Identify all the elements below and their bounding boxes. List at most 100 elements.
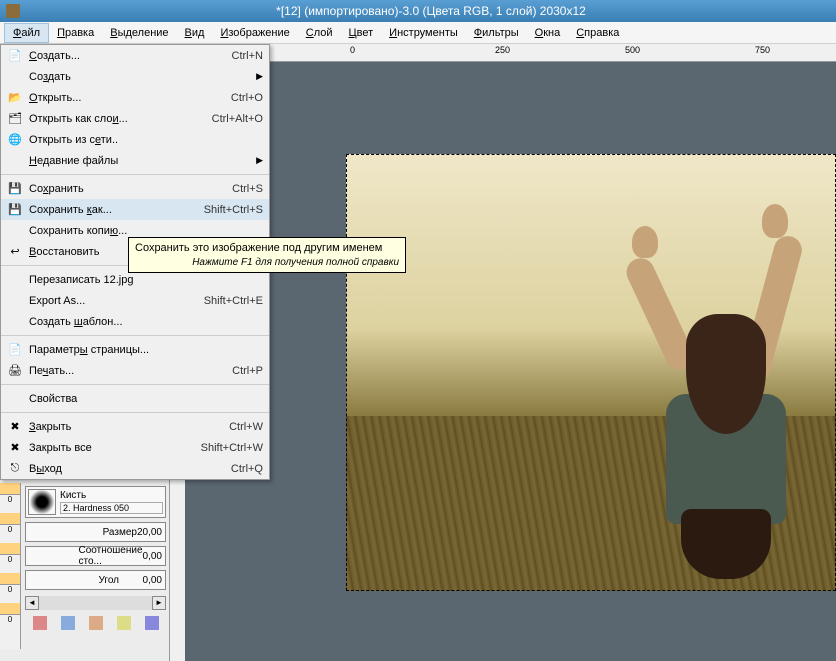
ruler-tick: 750: [755, 45, 770, 55]
options-scrollbar[interactable]: ◄ ►: [25, 596, 166, 610]
shortcut: Ctrl+P: [232, 365, 263, 377]
menu-item-label: Export As...: [29, 295, 204, 307]
print-icon: 🖨: [7, 363, 23, 379]
menu-файл[interactable]: Файл: [4, 23, 49, 43]
scroll-track[interactable]: [39, 596, 152, 610]
menu-слой[interactable]: Слой: [298, 24, 341, 42]
menu-выделение[interactable]: Выделение: [102, 24, 176, 42]
menu-item-label: Параметры страницы...: [29, 344, 263, 356]
menu-инструменты[interactable]: Инструменты: [381, 24, 466, 42]
tab-icon-5[interactable]: [145, 616, 159, 630]
scroll-right-icon[interactable]: ►: [152, 596, 166, 610]
app-icon: [6, 4, 20, 18]
close-icon: ✖: [7, 440, 23, 456]
menu-item-закрыть-все[interactable]: ✖Закрыть всеShift+Ctrl+W: [1, 437, 269, 458]
menu-фильтры[interactable]: Фильтры: [466, 24, 527, 42]
close-icon: ✖: [7, 419, 23, 435]
menu-справка[interactable]: Справка: [568, 24, 627, 42]
menu-item-создать-[interactable]: 📄Создать...Ctrl+N: [1, 45, 269, 66]
brush-name: 2. Hardness 050: [60, 502, 163, 514]
menu-окна[interactable]: Окна: [527, 24, 569, 42]
titlebar: *[12] (импортировано)-3.0 (Цвета RGB, 1 …: [0, 0, 836, 22]
menu-item-label: Перезаписать 12.jpg: [29, 274, 263, 286]
angle-slider[interactable]: Угол 0,00: [25, 570, 166, 590]
menu-item-закрыть[interactable]: ✖ЗакрытьCtrl+W: [1, 416, 269, 437]
tab-icon-1[interactable]: [33, 616, 47, 630]
menu-item-label: Создать: [29, 71, 256, 83]
menu-item-печать-[interactable]: 🖨 Печать...Ctrl+P: [1, 360, 269, 381]
brush-label: Кисть: [60, 490, 163, 501]
menu-вид[interactable]: Вид: [177, 24, 213, 42]
ruler-tick: 500: [625, 45, 640, 55]
ruler-cell: 0: [0, 543, 20, 564]
menu-item-label: Открыть...: [29, 92, 231, 104]
doc-icon: 📄: [7, 48, 23, 64]
scroll-left-icon[interactable]: ◄: [25, 596, 39, 610]
angle-label: Угол: [96, 575, 143, 586]
shortcut: Ctrl+Alt+O: [212, 113, 263, 125]
size-slider[interactable]: Размер 20,00: [25, 522, 166, 542]
menu-item-label: Создать шаблон...: [29, 316, 263, 328]
blank-icon: [7, 69, 23, 85]
menu-item-параметры-страницы-[interactable]: 📄 Параметры страницы...: [1, 339, 269, 360]
left-ruler-stack: 00000: [0, 483, 21, 649]
tooltip-hint: Нажмите F1 для получения полной справки: [135, 257, 399, 268]
menu-item-открыть-[interactable]: 📂Открыть...Ctrl+O: [1, 87, 269, 108]
page-icon: 📄: [7, 342, 23, 358]
size-label: Размер: [100, 527, 137, 538]
shortcut: Ctrl+N: [232, 50, 263, 62]
blank-icon: [7, 272, 23, 288]
menu-изображение[interactable]: Изображение: [212, 24, 297, 42]
tab-icon-3[interactable]: [89, 616, 103, 630]
blank-icon: [7, 314, 23, 330]
menu-item-label: Печать...: [29, 365, 232, 377]
angle-value: 0,00: [143, 575, 165, 586]
shortcut: Ctrl+S: [232, 183, 263, 195]
menubar: ФайлПравкаВыделениеВидИзображениеСлойЦве…: [0, 22, 836, 44]
submenu-arrow-icon: ▶: [256, 155, 263, 166]
canvas[interactable]: [346, 154, 836, 591]
revert-icon: ↩: [7, 244, 23, 260]
blank-icon: [7, 153, 23, 169]
menu-item-label: Выход: [29, 463, 231, 475]
dock-tabs: [25, 616, 166, 630]
blank-icon: [7, 223, 23, 239]
layers-icon: 🗂: [7, 111, 23, 127]
menu-item-label: Открыть как слои...: [29, 113, 212, 125]
tab-icon-4[interactable]: [117, 616, 131, 630]
menu-item-выход[interactable]: ⎋ВыходCtrl+Q: [1, 458, 269, 479]
aspect-value: 0,00: [143, 551, 165, 562]
menu-item-label: Сохранить как...: [29, 204, 204, 216]
globe-icon: 🌐: [7, 132, 23, 148]
menu-item-открыть-как-слои-[interactable]: 🗂 Открыть как слои...Ctrl+Alt+O: [1, 108, 269, 129]
ruler-cell: 0: [0, 573, 20, 594]
brush-selector[interactable]: Кисть 2. Hardness 050: [25, 486, 166, 518]
aspect-slider[interactable]: Соотношение сто... 0,00: [25, 546, 166, 566]
canvas-area[interactable]: [185, 62, 836, 661]
ruler-horizontal: -250025050075010001250: [185, 44, 836, 62]
menu-item-свойства[interactable]: Свойства: [1, 388, 269, 409]
size-value: 20,00: [137, 527, 165, 538]
menu-item-сохранить-как-[interactable]: 💾Сохранить как...Shift+Ctrl+S: [1, 199, 269, 220]
menu-item-label: Недавние файлы: [29, 155, 256, 167]
menu-цвет[interactable]: Цвет: [341, 24, 382, 42]
menu-item-создать[interactable]: Создать▶: [1, 66, 269, 87]
image-content: [346, 154, 836, 591]
menu-item-создать-шаблон-[interactable]: Создать шаблон...: [1, 311, 269, 332]
menu-правка[interactable]: Правка: [49, 24, 102, 42]
menu-item-сохранить[interactable]: 💾СохранитьCtrl+S: [1, 178, 269, 199]
ruler-tick: 0: [350, 45, 355, 55]
tooltip: Сохранить это изображение под другим име…: [128, 237, 406, 273]
ruler-cell: 0: [0, 603, 20, 624]
shortcut: Ctrl+O: [231, 92, 263, 104]
ruler-cell: 0: [0, 483, 20, 504]
shortcut: Shift+Ctrl+S: [204, 204, 263, 216]
tool-options-panel: Кисть 2. Hardness 050 Размер 20,00 Соотн…: [22, 483, 169, 649]
tab-icon-2[interactable]: [61, 616, 75, 630]
menu-item-недавние-файлы[interactable]: Недавние файлы▶: [1, 150, 269, 171]
shortcut: Shift+Ctrl+E: [204, 295, 263, 307]
tooltip-text: Сохранить это изображение под другим име…: [135, 242, 399, 254]
menu-item-export-as-[interactable]: Export As...Shift+Ctrl+E: [1, 290, 269, 311]
blank-icon: [7, 293, 23, 309]
menu-item-открыть-из-сети-[interactable]: 🌐Открыть из сети..: [1, 129, 269, 150]
